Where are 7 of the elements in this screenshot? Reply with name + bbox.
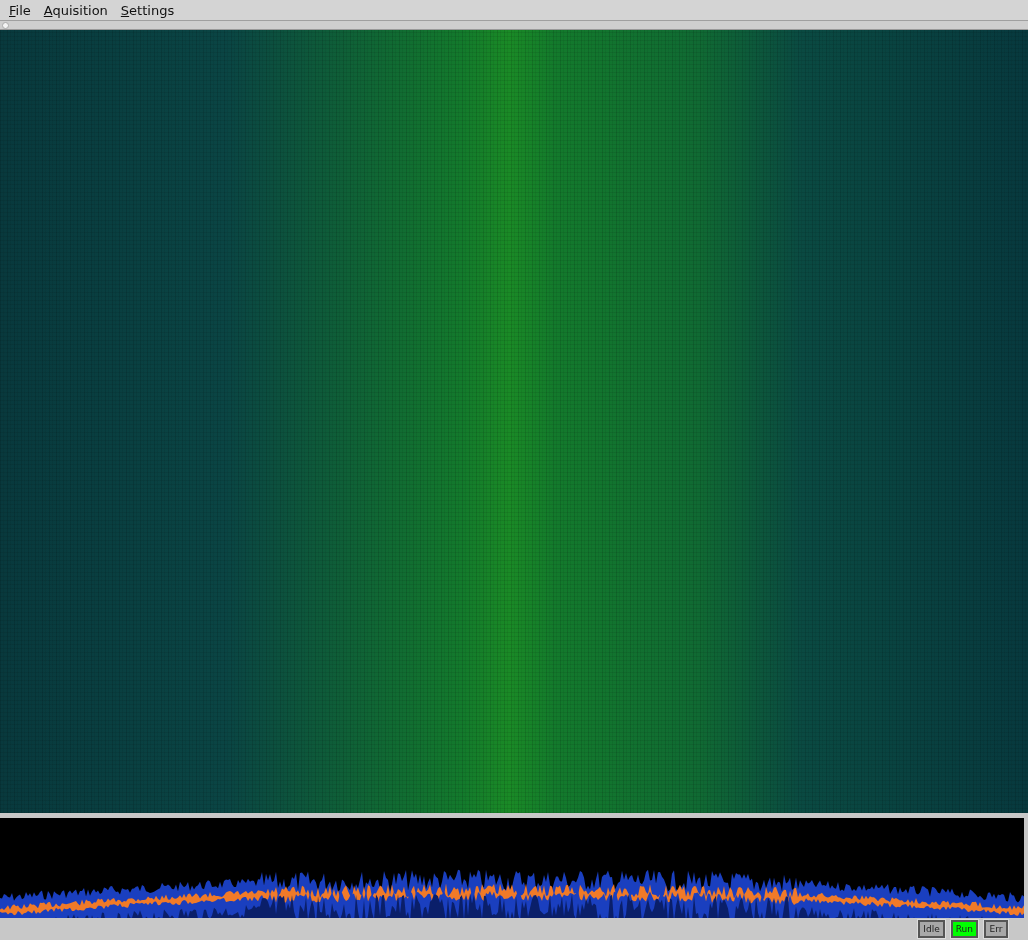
- status-indicator: Run: [950, 920, 978, 938]
- status-indicator: Err: [984, 920, 1008, 938]
- menu-item[interactable]: File: [4, 1, 36, 19]
- menu-item[interactable]: Settings: [115, 1, 180, 19]
- menu-item[interactable]: Aquisition: [38, 1, 113, 19]
- status-indicator: Idle: [918, 920, 945, 938]
- splitter-handle[interactable]: [2, 21, 9, 29]
